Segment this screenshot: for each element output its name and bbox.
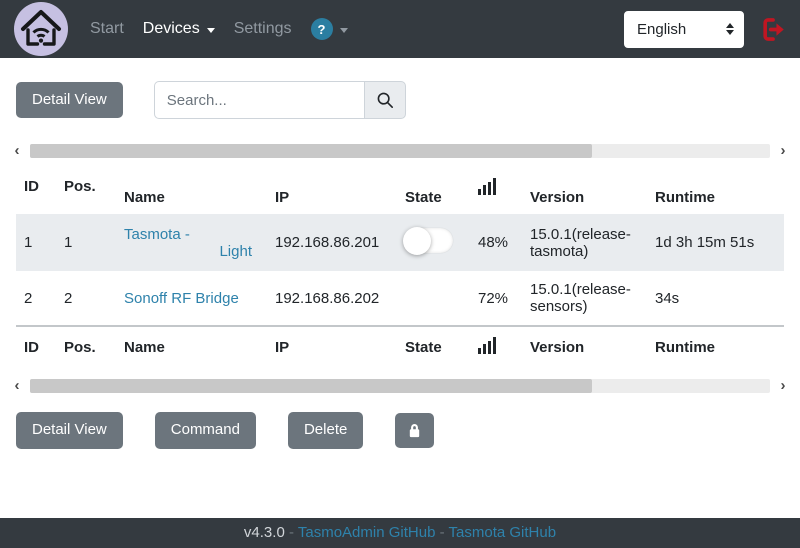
header-ip[interactable]: IP	[267, 170, 397, 214]
device-name-link[interactable]: Sonoff RF Bridge	[124, 290, 239, 307]
power-toggle[interactable]	[403, 226, 453, 255]
signal-bars-icon	[478, 337, 496, 354]
device-ip: 192.168.86.202	[267, 271, 397, 326]
device-row-1: 1 1 Tasmota - Light 192.168.86.201 48% 15…	[16, 214, 784, 271]
search-input[interactable]	[153, 81, 364, 119]
nav-item-devices[interactable]: Devices	[143, 20, 215, 38]
table-hscrollbar-bottom: ‹ ›	[4, 378, 796, 394]
devices-table: ID Pos. Name IP State Version Runtime 1 …	[16, 170, 784, 368]
device-runtime: 34s	[647, 271, 784, 326]
header-pos[interactable]: Pos.	[56, 325, 116, 368]
header-version[interactable]: Version	[522, 325, 647, 368]
device-signal: 48%	[470, 214, 522, 271]
delete-button[interactable]: Delete	[287, 412, 364, 449]
nav-item-help[interactable]: ?	[310, 18, 348, 40]
device-state-cell	[397, 271, 470, 326]
scroll-right-icon[interactable]: ›	[770, 378, 796, 394]
header-name[interactable]: Name	[116, 325, 267, 368]
device-name-line1: Tasmota -	[124, 225, 190, 243]
table-header-row-top: ID Pos. Name IP State Version Runtime	[16, 170, 784, 214]
header-id[interactable]: ID	[16, 325, 56, 368]
header-signal[interactable]	[470, 170, 522, 214]
device-runtime: 1d 3h 15m 51s	[647, 214, 784, 271]
question-mark-icon: ?	[310, 18, 333, 40]
header-name[interactable]: Name	[116, 170, 267, 214]
device-pos: 2	[56, 271, 116, 326]
tasmota-github-link[interactable]: Tasmota GitHub	[449, 524, 557, 541]
nav-links: Start Devices Settings ?	[90, 18, 367, 40]
device-name-link[interactable]: Tasmota - Light	[124, 226, 252, 260]
detail-view-button-top[interactable]: Detail View	[16, 81, 123, 119]
header-id[interactable]: ID	[16, 170, 56, 214]
nav-item-devices-label: Devices	[142, 20, 200, 37]
device-state-cell	[397, 214, 470, 271]
device-id: 2	[16, 271, 56, 326]
header-pos[interactable]: Pos.	[56, 170, 116, 214]
device-ip: 192.168.86.201	[267, 214, 397, 271]
nav-item-settings-label: Settings	[233, 20, 292, 37]
magnifier-icon	[377, 92, 393, 109]
home-wifi-logo-icon	[14, 2, 68, 56]
device-row-2: 2 2 Sonoff RF Bridge 192.168.86.202 72% …	[16, 271, 784, 326]
chevron-down-icon	[339, 27, 348, 33]
device-version: 15.0.1(release-tasmota)	[522, 214, 647, 271]
lock-icon	[410, 423, 420, 437]
chevron-down-icon	[206, 27, 215, 33]
scrollbar-thumb[interactable]	[30, 379, 593, 393]
search-group	[153, 81, 406, 119]
scrollbar-track[interactable]	[30, 144, 770, 158]
logout-button[interactable]	[759, 16, 786, 43]
header-signal[interactable]	[470, 325, 522, 368]
toolbar-top: Detail View	[16, 81, 784, 119]
detail-view-button-bottom[interactable]: Detail View	[16, 412, 123, 449]
search-button[interactable]	[363, 81, 406, 119]
device-name-line2: Light	[219, 242, 252, 260]
footer-separator: -	[288, 524, 294, 541]
footer-separator: -	[439, 524, 445, 541]
nav-item-start[interactable]: Start	[90, 20, 124, 38]
app-version: v4.3.0	[243, 524, 285, 541]
tasmoadmin-devices-page: Start Devices Settings ? English Detail …	[0, 0, 800, 548]
footer: v4.3.0 - TasmoAdmin GitHub - Tasmota Git…	[0, 518, 800, 548]
scroll-left-icon[interactable]: ‹	[4, 378, 30, 394]
navbar: Start Devices Settings ? English	[0, 0, 800, 58]
scroll-left-icon[interactable]: ‹	[4, 143, 30, 159]
table-hscrollbar-top: ‹ ›	[4, 143, 796, 159]
nav-item-start-label: Start	[90, 20, 124, 37]
lock-button[interactable]	[395, 412, 435, 448]
command-button[interactable]: Command	[154, 412, 256, 449]
toggle-knob	[403, 226, 431, 255]
scroll-right-icon[interactable]: ›	[770, 143, 796, 159]
device-name-cell: Tasmota - Light	[116, 214, 267, 271]
toolbar-bottom: Detail View Command Delete	[16, 412, 784, 449]
tasmoadmin-logo[interactable]	[14, 2, 68, 56]
device-signal: 72%	[470, 271, 522, 326]
sign-out-icon	[763, 17, 784, 41]
language-select-wrap: English	[624, 10, 744, 48]
scrollbar-track[interactable]	[30, 379, 770, 393]
header-state[interactable]: State	[397, 325, 470, 368]
nav-item-settings[interactable]: Settings	[234, 20, 292, 38]
header-version[interactable]: Version	[522, 170, 647, 214]
tasmoadmin-github-link[interactable]: TasmoAdmin GitHub	[298, 524, 436, 541]
device-pos: 1	[56, 214, 116, 271]
device-version: 15.0.1(release-sensors)	[522, 271, 647, 326]
header-ip[interactable]: IP	[267, 325, 397, 368]
header-runtime[interactable]: Runtime	[647, 170, 784, 214]
language-select[interactable]: English	[624, 10, 744, 48]
device-id: 1	[16, 214, 56, 271]
table-header-row-bottom: ID Pos. Name IP State Version Runtime	[16, 325, 784, 368]
device-name-cell: Sonoff RF Bridge	[116, 271, 267, 326]
header-state[interactable]: State	[397, 170, 470, 214]
navbar-right: English	[624, 10, 786, 48]
header-runtime[interactable]: Runtime	[647, 325, 784, 368]
scrollbar-thumb[interactable]	[30, 144, 593, 158]
signal-bars-icon	[478, 178, 496, 195]
